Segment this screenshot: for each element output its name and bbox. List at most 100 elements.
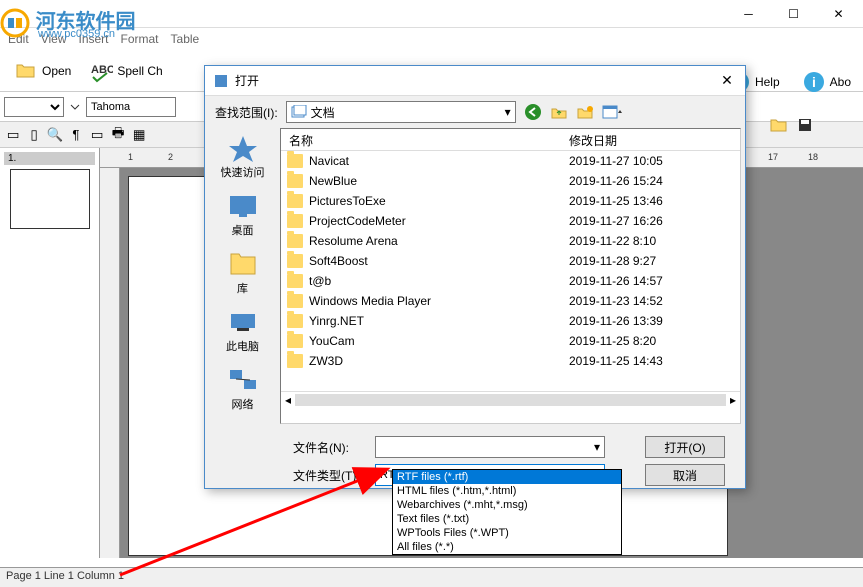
open-button[interactable]: 打开(O) xyxy=(645,436,725,458)
file-row[interactable]: ZW3D2019-11-25 14:43 xyxy=(281,351,740,371)
sidebar-label: 此电脑 xyxy=(226,338,259,354)
scroll-track[interactable] xyxy=(295,394,726,406)
filetype-option[interactable]: All files (*.*) xyxy=(393,540,621,554)
open-dialog: 打开 ✕ 查找范围(I): 文档 ▾ 快速访问桌面库此电脑网络 名称 修改日期 … xyxy=(204,65,746,489)
view-menu-icon[interactable] xyxy=(602,103,624,121)
file-name: Navicat xyxy=(309,154,569,168)
font-combo[interactable] xyxy=(86,97,176,117)
file-name: Windows Media Player xyxy=(309,294,569,308)
dialog-icon xyxy=(213,73,229,89)
file-name: NewBlue xyxy=(309,174,569,188)
file-row[interactable]: Resolume Arena2019-11-22 8:10 xyxy=(281,231,740,251)
filename-label: 文件名(N): xyxy=(293,439,365,456)
print-icon[interactable]: 🖶 xyxy=(109,126,127,144)
folder-icon xyxy=(287,234,303,248)
sidebar-label: 桌面 xyxy=(232,222,254,238)
lookup-value: 文档 xyxy=(311,104,335,121)
horizontal-scrollbar[interactable]: ◂ ▸ xyxy=(281,391,740,407)
file-name: Yinrg.NET xyxy=(309,314,569,328)
ruler-tick: 1 xyxy=(128,152,133,162)
open-button[interactable]: Open xyxy=(8,57,77,85)
maximize-button[interactable]: ☐ xyxy=(771,0,816,28)
view-normal-icon[interactable]: ▭ xyxy=(4,126,22,144)
sidebar-item-network[interactable]: 网络 xyxy=(209,364,276,414)
filetype-option[interactable]: RTF files (*.rtf) xyxy=(393,470,621,484)
filename-input[interactable]: ▾ xyxy=(375,436,605,458)
filetype-option[interactable]: Webarchives (*.mht,*.msg) xyxy=(393,498,621,512)
lookup-row: 查找范围(I): 文档 ▾ xyxy=(205,96,745,128)
file-row[interactable]: Soft4Boost2019-11-28 9:27 xyxy=(281,251,740,271)
zoom-icon[interactable]: 🔍 xyxy=(46,126,64,144)
file-row[interactable]: YouCam2019-11-25 8:20 xyxy=(281,331,740,351)
file-date: 2019-11-26 13:39 xyxy=(569,314,663,328)
dialog-body: 快速访问桌面库此电脑网络 名称 修改日期 Navicat2019-11-27 1… xyxy=(205,128,745,428)
statusbar: Page 1 Line 1 Column 1 xyxy=(0,567,863,587)
file-row[interactable]: Navicat2019-11-27 10:05 xyxy=(281,151,740,171)
minimize-button[interactable]: ─ xyxy=(726,0,771,28)
view-page-icon[interactable]: ▯ xyxy=(25,126,43,144)
style-combo[interactable] xyxy=(4,97,64,117)
about-button[interactable]: i Abo xyxy=(796,68,857,96)
sidebar-label: 快速访问 xyxy=(221,164,265,180)
documents-icon xyxy=(291,105,307,119)
new-folder-icon[interactable] xyxy=(576,103,594,121)
paragraph-icon[interactable]: ¶ xyxy=(67,126,85,144)
close-button[interactable]: ✕ xyxy=(816,0,861,28)
menu-table[interactable]: Table xyxy=(171,32,200,46)
star-icon xyxy=(227,134,259,162)
file-row[interactable]: ProjectCodeMeter2019-11-27 16:26 xyxy=(281,211,740,231)
column-date[interactable]: 修改日期 xyxy=(561,129,625,150)
folder-open-icon[interactable] xyxy=(769,115,789,135)
filetype-dropdown: RTF files (*.rtf)HTML files (*.htm,*.htm… xyxy=(392,469,622,555)
lookup-label: 查找范围(I): xyxy=(215,104,278,121)
filetype-option[interactable]: Text files (*.txt) xyxy=(393,512,621,526)
file-row[interactable]: t@b2019-11-26 14:57 xyxy=(281,271,740,291)
scroll-right-icon[interactable]: ▸ xyxy=(726,393,740,407)
page-thumbnail[interactable] xyxy=(10,169,90,229)
computer-icon xyxy=(227,308,259,336)
file-row[interactable]: Yinrg.NET2019-11-26 13:39 xyxy=(281,311,740,331)
thumbnail-panel: 1. xyxy=(0,148,100,558)
ruler-icon[interactable]: ▭ xyxy=(88,126,106,144)
file-name: PicturesToExe xyxy=(309,194,569,208)
file-row[interactable]: NewBlue2019-11-26 15:24 xyxy=(281,171,740,191)
grid-icon[interactable]: ▦ xyxy=(130,126,148,144)
sidebar-item-desktop[interactable]: 桌面 xyxy=(209,190,276,240)
scroll-left-icon[interactable]: ◂ xyxy=(281,393,295,407)
desktop-icon xyxy=(227,192,259,220)
folder-icon xyxy=(287,334,303,348)
spellcheck-button[interactable]: ABC Spell Ch xyxy=(83,57,168,85)
file-date: 2019-11-25 13:46 xyxy=(569,194,663,208)
file-row[interactable]: Windows Media Player2019-11-23 14:52 xyxy=(281,291,740,311)
svg-text:i: i xyxy=(812,74,816,90)
save-icon[interactable] xyxy=(797,117,813,133)
folder-icon xyxy=(287,174,303,188)
dialog-close-button[interactable]: ✕ xyxy=(717,71,737,91)
file-name: Resolume Arena xyxy=(309,234,569,248)
about-label: Abo xyxy=(830,75,851,89)
ruler-tick: 2 xyxy=(168,152,173,162)
ruler-tick: 17 xyxy=(768,152,778,162)
back-icon[interactable] xyxy=(524,103,542,121)
filetype-option[interactable]: HTML files (*.htm,*.html) xyxy=(393,484,621,498)
filetype-option[interactable]: WPTools Files (*.WPT) xyxy=(393,526,621,540)
sidebar-item-library[interactable]: 库 xyxy=(209,248,276,298)
help-label: Help xyxy=(755,75,780,89)
file-row[interactable]: PicturesToExe2019-11-25 13:46 xyxy=(281,191,740,211)
column-name[interactable]: 名称 xyxy=(281,129,561,150)
thumbnail-index: 1. xyxy=(4,152,95,165)
filetype-label: 文件类型(T): xyxy=(293,467,365,484)
chevron-down-icon xyxy=(68,100,82,114)
sidebar-label: 库 xyxy=(237,280,248,296)
file-date: 2019-11-23 14:52 xyxy=(569,294,663,308)
up-folder-icon[interactable] xyxy=(550,103,568,121)
sidebar-item-computer[interactable]: 此电脑 xyxy=(209,306,276,356)
cancel-button[interactable]: 取消 xyxy=(645,464,725,486)
folder-icon xyxy=(287,294,303,308)
sidebar-item-star[interactable]: 快速访问 xyxy=(209,132,276,182)
lookup-combo[interactable]: 文档 ▾ xyxy=(286,101,516,123)
file-name: YouCam xyxy=(309,334,569,348)
vertical-ruler xyxy=(100,168,120,558)
library-icon xyxy=(227,250,259,278)
open-label: Open xyxy=(42,64,71,78)
